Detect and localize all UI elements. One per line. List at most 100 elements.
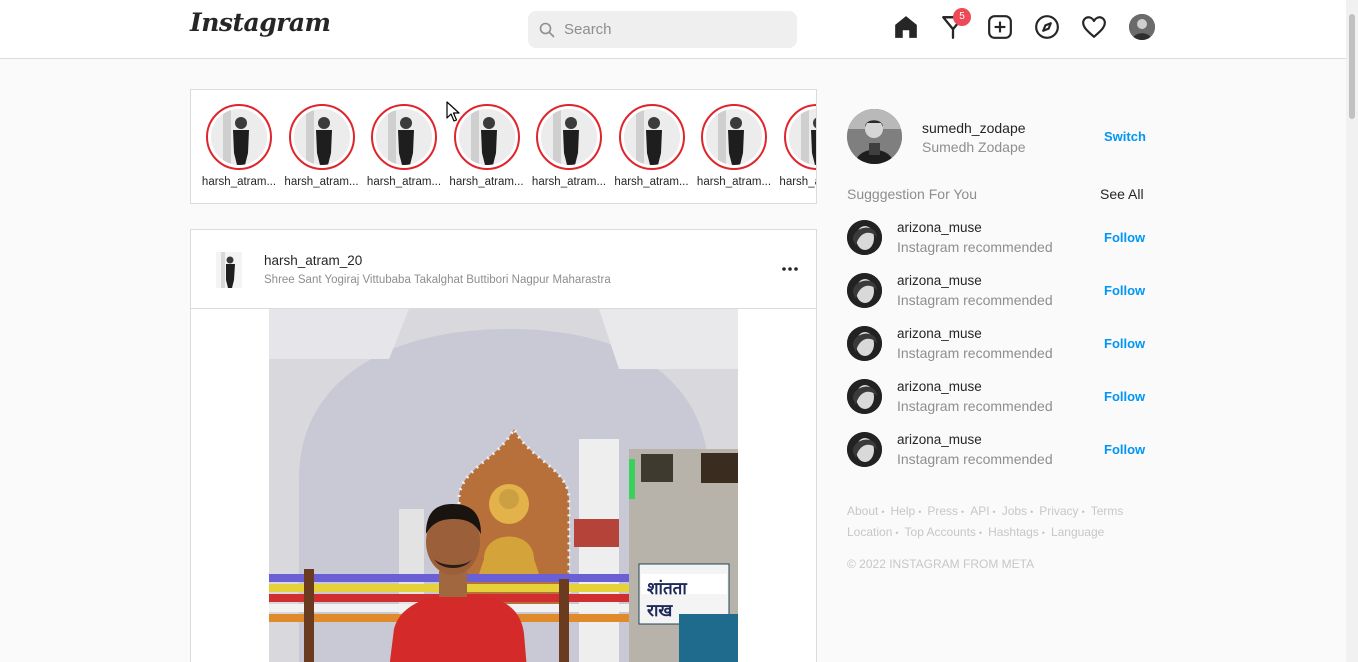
suggestion-username[interactable]: arizona_muse [897,432,982,447]
footer-separator: • [992,507,996,517]
footer-separator: • [895,528,899,538]
footer-link[interactable]: API [970,504,989,518]
story-username: harsh_atram... [696,176,772,188]
suggestion-subtitle: Instagram recommended [897,292,1053,308]
instagram-logo[interactable]: Instagram [190,8,331,37]
story-item[interactable]: harsh_atram... [779,104,817,188]
footer-link[interactable]: Location [847,525,892,539]
story-username: harsh_atram... [614,176,689,188]
footer-separator: • [1081,507,1085,517]
suggestion-username[interactable]: arizona_muse [897,273,982,288]
suggestion-subtitle: Instagram recommended [897,398,1053,414]
notification-badge: 5 [953,8,971,26]
mouse-cursor-icon [446,101,460,122]
story-username: harsh_atram... [366,176,442,188]
copyright-text: © 2022 INSTAGRAM FROM META [847,557,1035,571]
post-photo[interactable]: शांतता राख [269,309,738,662]
footer-link[interactable]: Help [891,504,916,518]
footer-link[interactable]: Privacy [1039,504,1078,518]
search-box[interactable] [528,11,797,48]
suggestion-avatar[interactable] [847,432,882,467]
footer-link[interactable]: Jobs [1002,504,1027,518]
footer-separator: • [918,507,922,517]
story-avatar [706,109,762,165]
story-item[interactable]: harsh_atram... [531,104,607,188]
stories-tray: harsh_atram... harsh_atram... harsh_atram.… [190,89,817,204]
svg-text:शांतता: शांतता [647,579,687,599]
current-user-avatar[interactable] [847,109,902,164]
story-item[interactable]: harsh_atram... [614,104,690,188]
more-options-icon[interactable] [781,260,799,278]
footer-link[interactable]: About [847,504,878,518]
svg-text:राख: राख [646,601,673,621]
footer-separator: • [1030,507,1034,517]
post-username[interactable]: harsh_atram_20 [264,253,362,268]
suggestion-item: arizona_muse Instagram recommended Follow [847,432,1147,472]
footer-link[interactable]: Language [1051,525,1104,539]
suggestion-username[interactable]: arizona_muse [897,326,982,341]
suggestion-avatar[interactable] [847,220,882,255]
story-item[interactable]: harsh_atram... [284,104,360,188]
story-avatar [788,109,816,165]
search-icon [539,22,555,38]
switch-account-button[interactable]: Switch [1104,129,1146,144]
story-username: harsh_atram... [449,176,524,188]
suggestion-item: arizona_muse Instagram recommended Follow [847,379,1147,419]
scrollbar-thumb[interactable] [1349,14,1355,119]
footer-link[interactable]: Top Accounts [905,525,976,539]
footer-separator: • [881,507,885,517]
page-scrollbar[interactable] [1346,0,1358,662]
story-username: harsh_atram... [284,176,359,188]
post-header: harsh_atram_20 Shree Sant Yogiraj Vittub… [191,230,816,309]
explore-icon[interactable] [1034,14,1060,40]
suggestion-username[interactable]: arizona_muse [897,220,982,235]
search-input[interactable] [564,11,784,48]
current-username[interactable]: sumedh_zodape [922,120,1026,136]
footer-link[interactable]: Terms [1091,504,1124,518]
story-ring[interactable] [288,104,355,170]
see-all-link[interactable]: See All [1100,186,1144,202]
story-username: harsh_atram... [531,176,607,188]
story-ring[interactable] [536,104,602,170]
new-post-icon[interactable] [987,14,1013,40]
story-item[interactable]: harsh_atram... [201,104,277,188]
follow-button[interactable]: Follow [1104,230,1145,245]
story-ring[interactable] [618,104,685,170]
story-avatar [623,109,680,165]
footer-link[interactable]: Hashtags [988,525,1039,539]
follow-button[interactable]: Follow [1104,442,1145,457]
story-avatar [541,109,597,165]
story-ring[interactable] [453,104,520,170]
story-item[interactable]: harsh_atram... [696,104,772,188]
story-username: harsh_atram... [201,176,277,188]
footer-link[interactable]: Press [927,504,958,518]
follow-button[interactable]: Follow [1104,283,1145,298]
story-avatar [376,109,432,165]
suggestion-subtitle: Instagram recommended [897,345,1053,361]
story-username: harsh_atram... [779,176,817,188]
suggestion-username[interactable]: arizona_muse [897,379,982,394]
suggestion-item: arizona_muse Instagram recommended Follow [847,326,1147,366]
follow-button[interactable]: Follow [1104,389,1145,404]
story-ring[interactable] [701,104,767,170]
profile-avatar[interactable] [1129,14,1155,40]
activity-heart-icon[interactable] [1081,14,1107,40]
suggestion-avatar[interactable] [847,273,882,308]
feed-post: harsh_atram_20 Shree Sant Yogiraj Vittub… [190,229,817,662]
suggestion-avatar[interactable] [847,379,882,414]
story-item[interactable]: harsh_atram... [366,104,442,188]
suggestion-item: arizona_muse Instagram recommended Follow [847,220,1147,260]
story-ring[interactable] [206,104,272,170]
post-location[interactable]: Shree Sant Yogiraj Vittubaba Takalghat B… [264,274,611,286]
suggestion-avatar[interactable] [847,326,882,361]
story-avatar [211,109,267,165]
story-ring[interactable] [783,104,816,170]
footer-links-row-2: Location • Top Accounts • Hashtags • Language [847,525,1167,539]
follow-button[interactable]: Follow [1104,336,1145,351]
story-ring[interactable] [371,104,437,170]
home-icon[interactable] [893,14,919,40]
post-author-avatar[interactable] [216,252,242,288]
footer-links-row-1: About • Help • Press • API • Jobs • Privacy • Terms [847,504,1167,518]
footer-separator: • [961,507,965,517]
suggestion-subtitle: Instagram recommended [897,239,1053,255]
